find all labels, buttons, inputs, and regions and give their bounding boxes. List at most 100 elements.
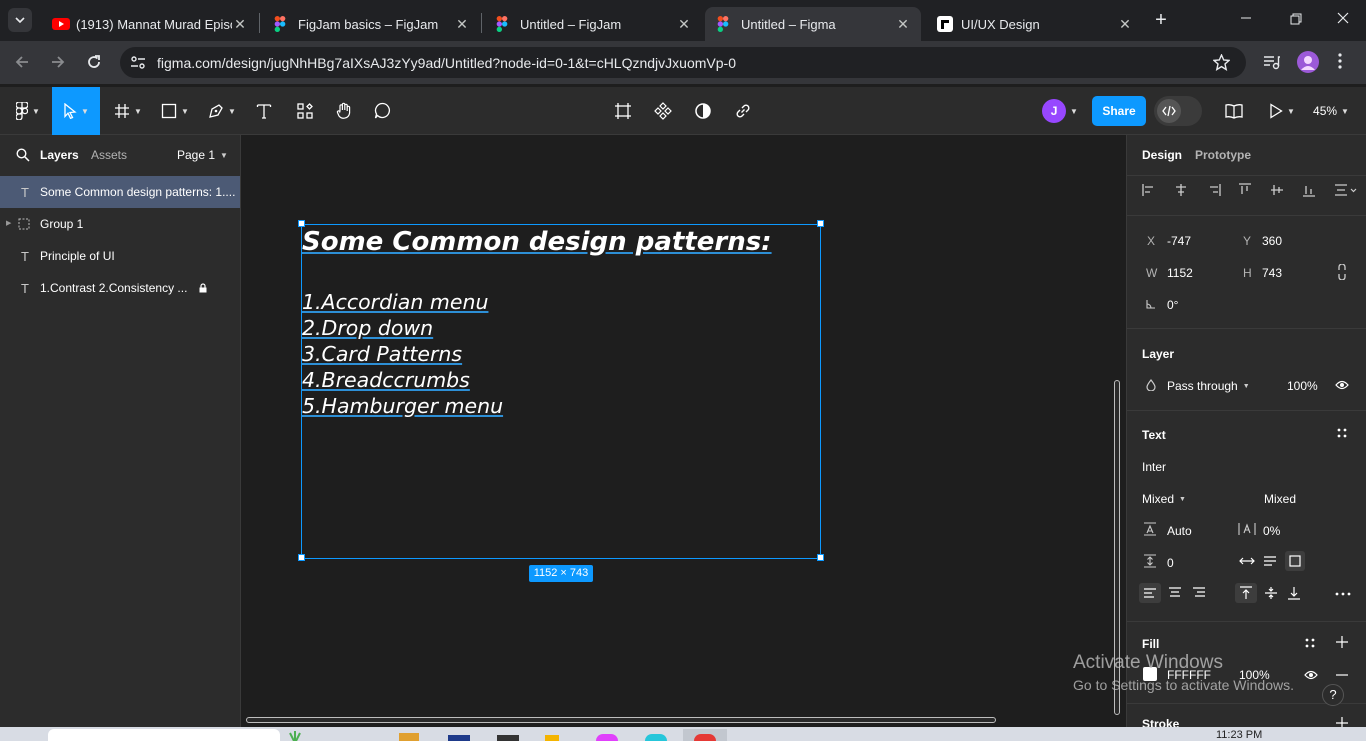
site-info-icon[interactable] <box>130 55 146 70</box>
blend-mode-select[interactable]: Pass through ▼ <box>1167 379 1250 393</box>
layer-row-group-1[interactable]: ▶ Group 1 <box>0 208 240 240</box>
rotation-input[interactable]: 0° <box>1167 298 1178 312</box>
taskbar-search-box[interactable] <box>48 729 280 741</box>
font-weight-select[interactable]: Mixed ▼ <box>1142 492 1186 506</box>
add-fill-plus-icon[interactable] <box>1336 636 1348 648</box>
file-explorer-icon[interactable] <box>399 733 419 741</box>
search-icon[interactable] <box>16 148 30 162</box>
new-tab-button[interactable]: + <box>1150 10 1172 32</box>
address-bar[interactable]: figma.com/design/jugNhHBg7aIXsAJ3zYy9ad/… <box>120 47 1246 78</box>
text-styles-grid-icon[interactable] <box>1337 428 1347 438</box>
comment-tool-button[interactable] <box>369 87 397 135</box>
align-right-icon[interactable] <box>1207 183 1221 197</box>
text-align-right-icon[interactable] <box>1192 586 1206 598</box>
app-icon[interactable] <box>497 735 519 741</box>
browser-tab-figjam-basics[interactable]: FigJam basics – FigJam ✕ <box>262 7 480 41</box>
align-vertical-center-icon[interactable] <box>1270 183 1284 197</box>
fill-hex-input[interactable]: FFFFFF <box>1167 668 1211 682</box>
text-align-center-icon[interactable] <box>1168 586 1182 598</box>
close-icon[interactable]: ✕ <box>454 16 470 32</box>
browser-tab-untitled-figjam[interactable]: Untitled – FigJam ✕ <box>484 7 702 41</box>
media-control-icon[interactable] <box>1263 54 1281 70</box>
fill-opacity-input[interactable]: 100% <box>1239 668 1270 682</box>
vertical-scrollbar[interactable] <box>1114 380 1120 715</box>
share-button[interactable]: Share <box>1092 96 1146 126</box>
design-canvas[interactable]: Some Common design patterns: 1.Accordian… <box>241 135 1126 727</box>
resources-button[interactable] <box>291 87 319 135</box>
restore-button[interactable] <box>1290 13 1302 25</box>
browser-tab-youtube[interactable]: (1913) Mannat Murad Episod ✕ <box>40 7 258 41</box>
font-size-input[interactable]: Mixed <box>1264 492 1296 506</box>
chrome-icon[interactable] <box>694 734 716 741</box>
more-text-options-icon[interactable] <box>1335 592 1351 596</box>
move-tool-button[interactable]: ▼ <box>52 87 100 135</box>
multiplayer-avatar-button[interactable]: J ▼ <box>1036 87 1084 135</box>
tab-search-button[interactable] <box>8 8 32 32</box>
layer-row-principle-of-ui[interactable]: T Principle of UI <box>0 240 240 272</box>
layer-row-contrast[interactable]: T 1.Contrast 2.Consistency ... <box>0 272 240 304</box>
remove-fill-minus-icon[interactable] <box>1336 674 1348 676</box>
y-input[interactable]: 360 <box>1262 234 1282 248</box>
present-button[interactable]: ▼ <box>1262 87 1302 135</box>
bookmark-star-icon[interactable] <box>1213 54 1230 71</box>
tab-prototype[interactable]: Prototype <box>1195 148 1251 162</box>
height-input[interactable]: 743 <box>1262 266 1282 280</box>
back-button[interactable] <box>14 54 30 70</box>
expand-caret-icon[interactable]: ▶ <box>6 219 11 227</box>
profile-avatar[interactable] <box>1297 51 1319 73</box>
auto-height-icon[interactable] <box>1263 555 1277 567</box>
link-button[interactable] <box>729 87 757 135</box>
mask-button[interactable] <box>689 87 717 135</box>
x-input[interactable]: -747 <box>1167 234 1191 248</box>
text-tool-button[interactable] <box>250 87 278 135</box>
distribute-icon[interactable] <box>1334 183 1358 197</box>
lock-icon[interactable] <box>199 283 207 293</box>
close-icon[interactable]: ✕ <box>676 16 692 32</box>
layer-opacity-input[interactable]: 100% <box>1287 379 1318 393</box>
browser-tab-untitled-figma[interactable]: Untitled – Figma ✕ <box>705 7 921 41</box>
create-component-button[interactable] <box>649 87 677 135</box>
notes-icon[interactable] <box>545 735 559 741</box>
paragraph-spacing-input[interactable]: 0 <box>1167 556 1174 570</box>
close-icon[interactable]: ✕ <box>895 16 911 32</box>
page-selector[interactable]: Page 1 ▼ <box>177 148 228 162</box>
shape-tool-button[interactable]: ▼ <box>155 87 195 135</box>
frame-tool-button[interactable]: ▼ <box>108 87 148 135</box>
help-button[interactable]: ? <box>1322 684 1344 706</box>
close-icon[interactable]: ✕ <box>1117 16 1133 32</box>
library-button[interactable] <box>1220 87 1248 135</box>
fill-styles-grid-icon[interactable] <box>1305 638 1315 648</box>
tab-design[interactable]: Design <box>1142 148 1182 162</box>
fill-visibility-eye-icon[interactable] <box>1304 670 1318 680</box>
more-options-icon[interactable] <box>1338 53 1342 69</box>
dev-mode-toggle[interactable] <box>1154 96 1202 126</box>
pen-tool-button[interactable]: ▼ <box>202 87 242 135</box>
text-align-left-button[interactable] <box>1139 583 1161 603</box>
browser-tab-uiux-design[interactable]: UI/UX Design ✕ <box>925 7 1143 41</box>
align-left-icon[interactable] <box>1142 183 1156 197</box>
align-bottom-icon[interactable] <box>1302 183 1316 197</box>
vertical-align-middle-icon[interactable] <box>1264 586 1278 600</box>
line-height-input[interactable]: Auto <box>1167 524 1192 538</box>
visibility-eye-icon[interactable] <box>1335 380 1349 390</box>
vertical-align-bottom-icon[interactable] <box>1287 586 1301 600</box>
align-top-icon[interactable] <box>1238 183 1252 197</box>
horizontal-scrollbar[interactable] <box>246 717 996 723</box>
letter-spacing-input[interactable]: 0% <box>1263 524 1280 538</box>
close-icon[interactable]: ✕ <box>232 16 248 32</box>
reload-button[interactable] <box>86 54 102 70</box>
vertical-align-top-button[interactable] <box>1235 583 1257 603</box>
tab-assets[interactable]: Assets <box>91 148 127 162</box>
constrain-proportions-icon[interactable] <box>1337 264 1347 280</box>
hand-tool-button[interactable] <box>330 87 358 135</box>
forward-button[interactable] <box>50 54 66 70</box>
app-icon[interactable] <box>596 734 618 741</box>
text-layer-content[interactable]: Some Common design patterns: 1.Accordian… <box>302 225 772 419</box>
layer-row-design-patterns[interactable]: T Some Common design patterns: 1.... <box>0 176 240 208</box>
store-icon[interactable] <box>448 735 470 741</box>
resize-handle-bottom-left[interactable] <box>298 554 305 561</box>
resize-handle-bottom-right[interactable] <box>817 554 824 561</box>
align-horizontal-center-icon[interactable] <box>1174 183 1188 197</box>
width-input[interactable]: 1152 <box>1167 266 1193 280</box>
font-family-select[interactable]: Inter <box>1142 460 1166 474</box>
